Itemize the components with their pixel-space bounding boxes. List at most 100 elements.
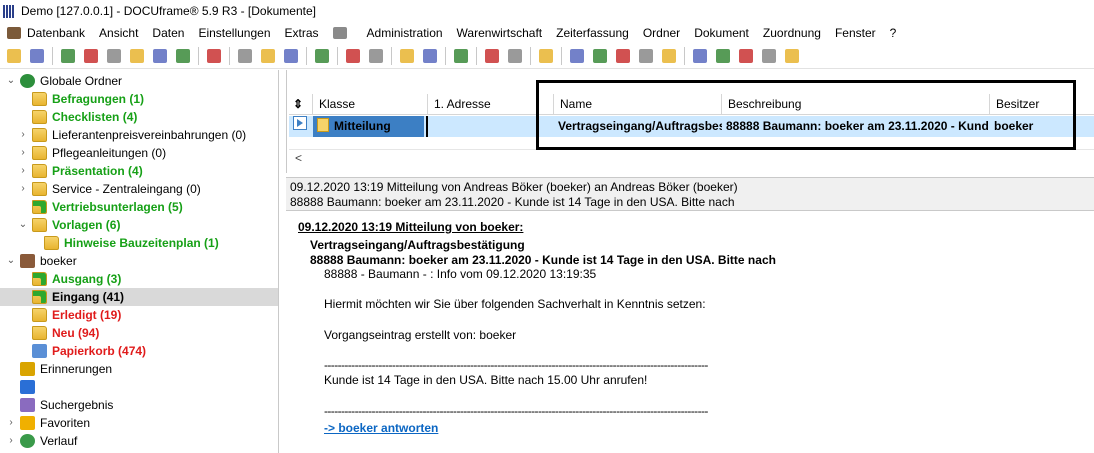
new-document-button[interactable] <box>4 46 24 66</box>
doc-attach-2-button[interactable] <box>590 46 610 66</box>
tree-item[interactable] <box>0 378 278 396</box>
column-header-name[interactable]: Name <box>554 94 722 115</box>
card-button[interactable] <box>58 46 78 66</box>
doc-unlink-button[interactable] <box>690 46 710 66</box>
message-intro: Hiermit möchten wir Sie über folgenden S… <box>324 297 706 311</box>
doc-remove-button[interactable] <box>782 46 802 66</box>
menu-item-datenbank[interactable]: Datenbank <box>0 22 92 43</box>
tree-item[interactable]: › Lieferantenpreisvereinbahrungen (0) <box>0 126 278 144</box>
doc-link-2-button[interactable] <box>636 46 656 66</box>
chevron-right-icon[interactable]: › <box>18 184 28 194</box>
chevron-down-icon[interactable]: ⌄ <box>6 256 16 266</box>
menu-item-fenster[interactable]: Fenster <box>828 22 883 43</box>
tree-item[interactable]: › Service - Zentraleingang (0) <box>0 180 278 198</box>
menu-item-warenwirtschaft[interactable]: Warenwirtschaft <box>450 22 550 43</box>
message-subject-2: 88888 Baumann: boeker am 23.11.2020 - Ku… <box>310 253 776 267</box>
scroll-left-icon[interactable]: < <box>295 151 302 165</box>
tree-item[interactable]: Eingang (41) <box>0 288 278 306</box>
history-icon <box>20 434 35 448</box>
doc-unlink-3-icon <box>739 48 753 63</box>
chevron-right-icon[interactable]: › <box>6 436 16 446</box>
doc-unlink-4-button[interactable] <box>759 46 779 66</box>
tree-item[interactable]: Ausgang (3) <box>0 270 278 288</box>
tree-item[interactable]: Erledigt (19) <box>0 306 278 324</box>
menu-item-einstellungen[interactable]: Einstellungen <box>191 22 277 43</box>
chevron-down-icon[interactable]: ⌄ <box>6 76 16 86</box>
document-delete-button[interactable] <box>366 46 386 66</box>
reply-link[interactable]: -> boeker antworten <box>324 421 438 435</box>
document-red-button[interactable] <box>420 46 440 66</box>
doc-attach-button[interactable] <box>567 46 587 66</box>
menu-item-extras[interactable]: Extras <box>278 22 326 43</box>
tree-item[interactable]: Suchergebnis <box>0 396 278 414</box>
tree-item[interactable]: › Pflegeanleitungen (0) <box>0 144 278 162</box>
tree-item[interactable]: › Präsentation (4) <box>0 162 278 180</box>
folder-icon <box>44 236 59 250</box>
tree-item[interactable]: ⌄ boeker <box>0 252 278 270</box>
column-header-beschreibung[interactable]: Beschreibung <box>722 94 990 115</box>
folder-save-button[interactable] <box>281 46 301 66</box>
tree-item[interactable]: › Verlauf <box>0 432 278 450</box>
tree-item[interactable]: ⌄ Globale Ordner <box>0 72 278 90</box>
document-copy-icon <box>400 48 414 63</box>
folder-open-button[interactable] <box>235 46 255 66</box>
folder-icon <box>32 128 47 142</box>
sort-toggle-icon[interactable]: ⇕ <box>289 94 313 115</box>
list-button[interactable] <box>81 46 101 66</box>
tree-item[interactable]: Checklisten (4) <box>0 108 278 126</box>
folder-done-icon <box>32 308 47 322</box>
tree-item[interactable]: ⌄ Vorlagen (6) <box>0 216 278 234</box>
toolbar-separator <box>337 46 338 65</box>
contact-button[interactable] <box>104 46 124 66</box>
document-stack-button[interactable] <box>343 46 363 66</box>
doc-unlink-2-button[interactable] <box>713 46 733 66</box>
print-button[interactable] <box>27 46 47 66</box>
search-button[interactable] <box>312 46 332 66</box>
chevron-right-icon[interactable]: › <box>18 166 28 176</box>
users-button[interactable] <box>482 46 502 66</box>
chevron-right-icon[interactable]: › <box>18 148 28 158</box>
menu-item-dokument[interactable]: Dokument <box>687 22 756 43</box>
menu-item-zeiterfassung[interactable]: Zeiterfassung <box>549 22 636 43</box>
doc-unlink-2-icon <box>716 48 730 63</box>
phone-button[interactable] <box>204 46 224 66</box>
calendar-red-button[interactable] <box>173 46 193 66</box>
tag-button[interactable] <box>127 46 147 66</box>
doc-link-button[interactable] <box>613 46 633 66</box>
user-group-button[interactable] <box>505 46 525 66</box>
calendar-button[interactable] <box>150 46 170 66</box>
column-header-klasse[interactable]: Klasse <box>313 94 428 115</box>
doc-unlink-3-button[interactable] <box>736 46 756 66</box>
menu-item-zuordnung[interactable]: Zuordnung <box>756 22 828 43</box>
doc-refresh-button[interactable] <box>659 46 679 66</box>
document-stack-icon <box>346 48 360 63</box>
pin-button[interactable] <box>536 46 556 66</box>
tree-item[interactable]: Erinnerungen <box>0 360 278 378</box>
tree-item[interactable]: Vertriebsunterlagen (5) <box>0 198 278 216</box>
table-row[interactable]: Mitteilung Vertragseingang/Auftragsbes 8… <box>289 116 1094 137</box>
column-header-adresse[interactable]: 1. Adresse <box>428 94 554 115</box>
message-creator: Vorgangseintrag erstellt von: boeker <box>324 328 517 342</box>
search-result-icon <box>20 398 35 412</box>
tree-item[interactable]: Befragungen (1) <box>0 90 278 108</box>
chevron-down-icon[interactable]: ⌄ <box>18 220 28 230</box>
horizontal-scrollbar[interactable]: < <box>289 149 1094 166</box>
tree-item[interactable]: Neu (94) <box>0 324 278 342</box>
tree-item[interactable]: Hinweise Bauzeitenplan (1) <box>0 234 278 252</box>
menu-item-ordner[interactable]: Ordner <box>636 22 687 43</box>
menu-item-daten[interactable]: Daten <box>145 22 191 43</box>
folder-new-button[interactable] <box>258 46 278 66</box>
toolbar-separator <box>445 46 446 65</box>
document-copy-button[interactable] <box>397 46 417 66</box>
menu-item-administration[interactable]: Administration <box>360 22 450 43</box>
chevron-right-icon[interactable]: › <box>18 130 28 140</box>
menu-item-keyboard-icon[interactable] <box>326 22 360 43</box>
menu-item--[interactable]: ? <box>883 22 904 43</box>
column-header-besitzer[interactable]: Besitzer <box>990 94 1094 115</box>
doc-attach-2-icon <box>593 48 607 63</box>
menu-item-ansicht[interactable]: Ansicht <box>92 22 145 43</box>
chevron-right-icon[interactable]: › <box>6 418 16 428</box>
tree-item[interactable]: › Favoriten <box>0 414 278 432</box>
glasses-button[interactable] <box>451 46 471 66</box>
tree-item[interactable]: Papierkorb (474) <box>0 342 278 360</box>
